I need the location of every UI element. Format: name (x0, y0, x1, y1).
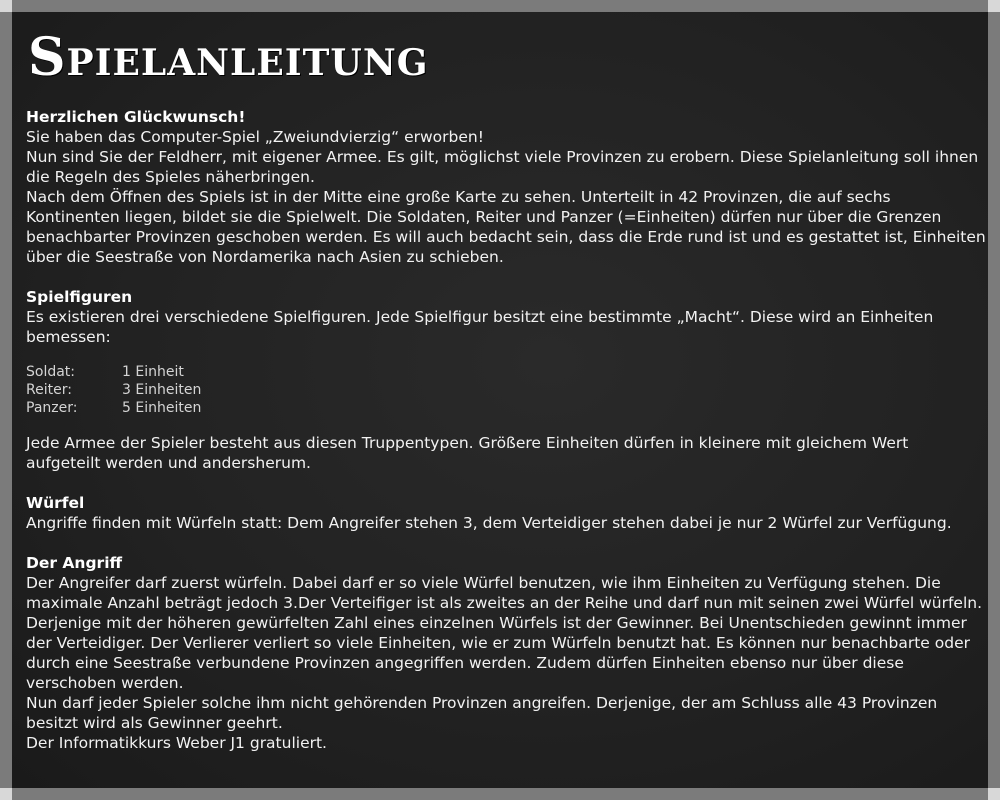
angriff-line: Der Informatikkurs Weber J1 gratuliert. (26, 734, 327, 752)
unit-name: Panzer: (26, 400, 78, 416)
intro-heading: Herzlichen Glückwunsch! (26, 108, 246, 126)
instructions-panel: Spielanleitung Herzlichen Glückwunsch! S… (12, 12, 988, 788)
frame-corner (988, 0, 1000, 12)
unit-list: Soldat: 1 Einheit Reiter: 3 Einheiten Pa… (26, 363, 986, 417)
unit-row: Reiter: 3 Einheiten (26, 381, 986, 399)
unit-row: Panzer: 5 Einheiten (26, 399, 986, 417)
spielfiguren-heading: Spielfiguren (26, 288, 133, 306)
spielfiguren-after: Jede Armee der Spieler besteht aus diese… (26, 434, 909, 472)
instructions-content: Herzlichen Glückwunsch! Sie haben das Co… (26, 107, 986, 753)
frame-corner (0, 0, 12, 12)
page-title: Spielanleitung (28, 27, 429, 88)
unit-name: Soldat: (26, 364, 76, 380)
unit-name: Reiter: (26, 382, 72, 398)
frame-corner (0, 788, 12, 800)
unit-row: Soldat: 1 Einheit (26, 363, 986, 381)
wuerfel-text: Angriffe finden mit Würfeln statt: Dem A… (26, 514, 952, 532)
intro-line: Nach dem Öffnen des Spiels ist in der Mi… (26, 188, 986, 266)
window-frame: Spielanleitung Herzlichen Glückwunsch! S… (0, 0, 1000, 800)
angriff-line: Nun darf jeder Spieler solche ihm nicht … (26, 694, 938, 732)
unit-value: 5 Einheiten (122, 400, 202, 416)
unit-value: 1 Einheit (122, 364, 184, 380)
frame-corner (988, 788, 1000, 800)
angriff-line: Der Angreifer darf zuerst würfeln. Dabei… (26, 574, 983, 692)
angriff-heading: Der Angriff (26, 554, 123, 572)
spielfiguren-text: Es existieren drei verschiedene Spielfig… (26, 308, 934, 346)
intro-line: Sie haben das Computer-Spiel „Zweiundvie… (26, 128, 484, 146)
unit-value: 3 Einheiten (122, 382, 202, 398)
wuerfel-heading: Würfel (26, 494, 85, 512)
intro-line: Nun sind Sie der Feldherr, mit eigener A… (26, 148, 979, 186)
